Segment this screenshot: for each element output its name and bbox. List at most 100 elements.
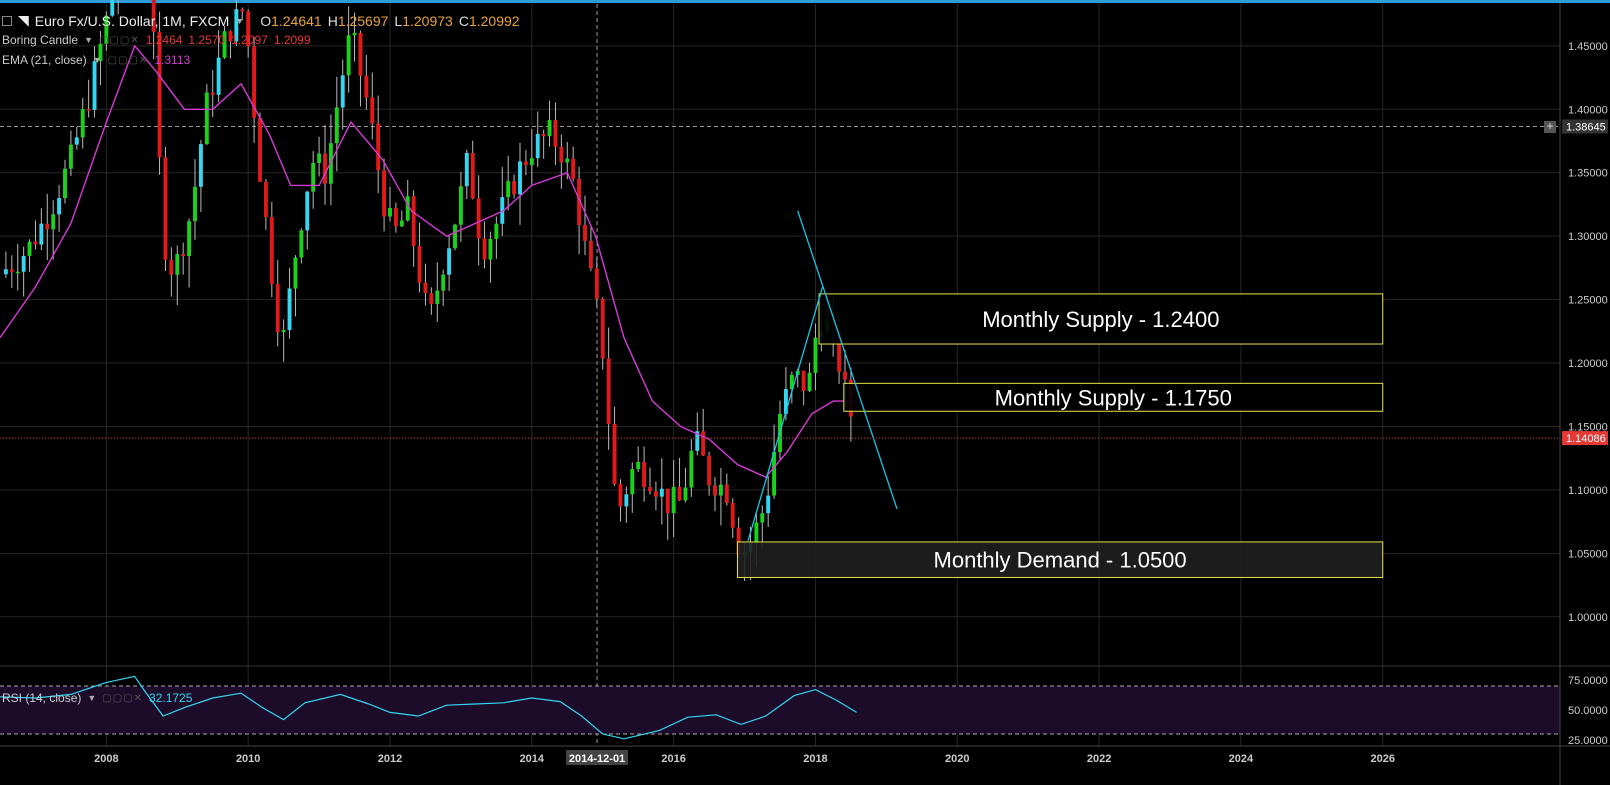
candle-body (843, 371, 847, 380)
candle-body (547, 120, 552, 137)
collapse-icon[interactable] (2, 15, 12, 26)
candle-body (181, 254, 186, 257)
candle-body (388, 207, 392, 217)
time-tick-label: 2024 (1229, 753, 1254, 765)
candle-body (713, 485, 717, 496)
candle-body (766, 495, 771, 514)
price-tick-label: 1.05000 (1568, 548, 1608, 560)
candle-body (541, 133, 546, 137)
ema-legend[interactable]: EMA (21, close) ▼ ▢▢▢✕ 1.3113 (2, 53, 190, 67)
candle-body (671, 486, 676, 514)
price-tick-label: 1.30000 (1568, 231, 1608, 243)
chart-canvas[interactable]: Monthly Supply - 1.2400 Monthly Supply - … (0, 0, 1610, 785)
symbol-flag-icon: ◥ (18, 12, 29, 28)
rsi-legend[interactable]: RSI (14, close) ▼ ▢▢▢✕ 32.1725 (2, 691, 192, 705)
price-tick-label: 1.10000 (1568, 485, 1608, 497)
chevron-down-icon[interactable]: ▼ (235, 16, 244, 26)
high-value: 1.25697 (337, 12, 389, 29)
trendlines (747, 210, 898, 541)
candle-body (606, 358, 611, 424)
candle-body (523, 161, 528, 166)
symbol-legend[interactable]: ◥ Euro Fx/U.S. Dollar, 1M, FXCM ▼ O1.246… (2, 12, 520, 29)
add-alert-plus-icon[interactable]: + (1544, 120, 1556, 133)
candle-body (311, 163, 316, 192)
ema-value: 1.3113 (154, 53, 191, 67)
candle-body (482, 238, 487, 260)
candle-body (470, 152, 475, 199)
candle-body (653, 491, 658, 497)
boring-candle-legend[interactable]: Boring Candle ▼ ▢▢▢✕ 1.2464 1.2570 1.209… (2, 33, 311, 47)
candle-body (476, 198, 481, 239)
candle-body (258, 117, 262, 182)
candle-body (287, 288, 292, 331)
time-tick-label: 2022 (1087, 753, 1111, 765)
time-tick-label: 2008 (94, 753, 118, 765)
candle-body (281, 330, 286, 333)
indicator-controls-icon[interactable]: ▢▢▢✕ (99, 35, 140, 46)
symbol-title: Euro Fx/U.S. Dollar, 1M, FXCM (34, 12, 230, 29)
candle-body (754, 522, 759, 544)
price-tick-label: 1.20000 (1568, 358, 1608, 370)
indicator-controls-icon[interactable]: ▢▢▢✕ (102, 693, 143, 704)
rsi-band (0, 686, 1560, 734)
candle-body (364, 75, 369, 98)
candle-body (518, 161, 522, 195)
candle-body (358, 32, 363, 76)
candle-body (210, 92, 215, 95)
candle-body (677, 486, 682, 501)
price-tick-label: 1.35000 (1568, 168, 1608, 180)
candle-body (80, 109, 85, 138)
candle-body (340, 75, 345, 108)
trendline-2[interactable] (797, 210, 898, 510)
chevron-down-icon[interactable]: ▼ (93, 55, 102, 65)
candle-body (535, 133, 540, 159)
low-value: 1.20973 (402, 12, 453, 29)
candles (3, 0, 853, 581)
candle-body (370, 97, 375, 124)
candle-body (216, 57, 221, 95)
candle-body (512, 181, 517, 195)
candle-body (760, 513, 765, 523)
candle-body (305, 191, 310, 231)
candle-body (648, 487, 652, 492)
rsi-tick-label: 50.0000 (1568, 705, 1608, 717)
candle-body (600, 298, 605, 359)
indicator-controls-icon[interactable]: ▢▢▢✕ (108, 55, 149, 66)
candle-body (376, 123, 381, 171)
candle-body (293, 257, 298, 289)
candle-body (175, 254, 180, 275)
boring-value-low: 1.2097 (231, 33, 268, 47)
candle-body (618, 484, 623, 507)
candle-body (323, 153, 327, 184)
candle-body (630, 469, 635, 495)
candle-body (464, 152, 469, 187)
high-label: H (327, 12, 338, 29)
candle-body (441, 274, 446, 291)
price-tick-label: 1.25000 (1568, 295, 1608, 307)
chevron-down-icon[interactable]: ▼ (84, 35, 93, 45)
candle-body (411, 196, 416, 247)
candle-body (642, 461, 647, 488)
candle-body (193, 186, 197, 222)
candle-body (588, 240, 593, 269)
price-tick-label: 1.00000 (1568, 612, 1608, 624)
candle-body (506, 181, 511, 198)
current-price-label: 1.14086 (1566, 433, 1606, 445)
candle-body (157, 31, 162, 158)
candle-body (92, 61, 97, 110)
candle-body (583, 224, 587, 241)
candle-body (494, 223, 499, 239)
boring-value-open: 1.2464 (145, 33, 183, 47)
time-tick-label: 2016 (661, 753, 685, 765)
candle-body (299, 230, 304, 258)
candle-body (45, 223, 50, 230)
candle-body (317, 153, 322, 164)
candle-body (665, 488, 670, 514)
candle-body (21, 255, 26, 272)
time-tick-label: 2020 (945, 753, 969, 765)
candle-body (453, 224, 457, 249)
boring-value-close: 1.2099 (273, 33, 311, 47)
candle-body (346, 35, 351, 76)
close-value: 1.20992 (468, 12, 520, 29)
chevron-down-icon[interactable]: ▼ (87, 693, 96, 703)
